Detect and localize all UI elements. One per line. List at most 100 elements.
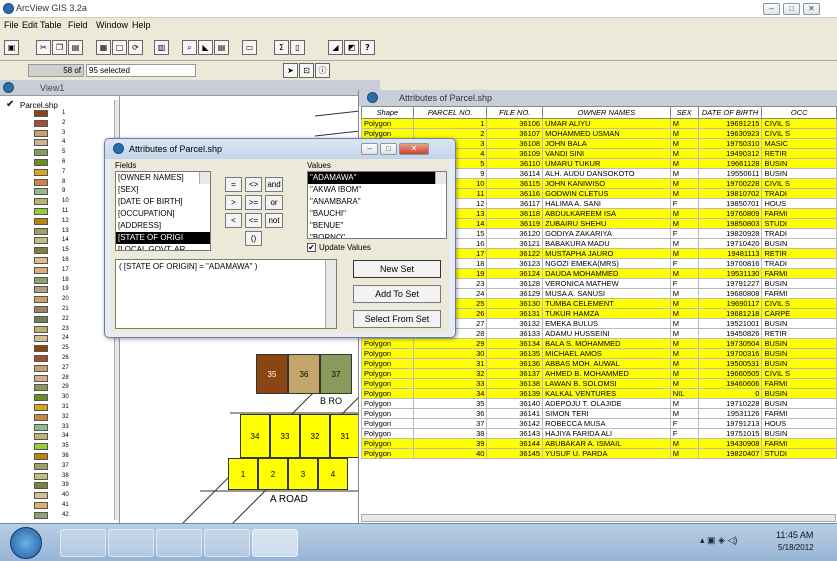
table-row[interactable]: Polygon 30 36135 MICHAEL AMOS M 19700316 BUSIN: [361, 348, 837, 359]
copy-icon[interactable]: ❐: [52, 40, 67, 55]
expression-textarea[interactable]: ( [STATE OF ORIGIN] = "ADAMAWA" ): [115, 259, 337, 329]
table-row[interactable]: Polygon 35 36140 ADEPOJU T. OLAJIDE M 1971022…: [361, 398, 837, 409]
parcel-1[interactable]: 1: [228, 458, 258, 490]
table-row[interactable]: Polygon 39 36144 ABUBAKAR A. ISMAIL M 1943090…: [361, 438, 837, 449]
parcel-37[interactable]: 37: [320, 354, 352, 394]
op-greater-equal-button[interactable]: >=: [245, 195, 262, 210]
table-row[interactable]: Polygon 36 36141 SIMON TERI M 19531126 FARMI: [361, 408, 837, 419]
calculate-icon[interactable]: ▯: [290, 40, 305, 55]
table-row[interactable]: Polygon 33 36138 LAWAN B. SOLOMSI M 19460606 F…: [361, 378, 837, 389]
parcel-3[interactable]: 3: [288, 458, 318, 490]
sort-asc-icon[interactable]: ◢: [328, 40, 343, 55]
column-header[interactable]: PARCEL NO.: [412, 106, 488, 119]
find-icon[interactable]: ⌕: [182, 40, 197, 55]
switch-selection-icon[interactable]: ⟳: [128, 40, 143, 55]
menu-help[interactable]: Help: [132, 20, 151, 30]
parcel-33[interactable]: 33: [270, 414, 300, 458]
table-row[interactable]: Polygon 32 36137 AHMED B. MOHAMMED M 19660505…: [361, 368, 837, 379]
value-list-item[interactable]: "ADAMAWA": [308, 172, 446, 184]
update-values-checkbox[interactable]: ✔: [307, 243, 316, 252]
sort-desc-icon[interactable]: ◩: [344, 40, 359, 55]
expression-scrollbar[interactable]: [325, 260, 336, 328]
query-icon[interactable]: ◣: [198, 40, 213, 55]
ie-taskbar-icon[interactable]: [156, 529, 202, 557]
help-icon[interactable]: ?: [360, 40, 375, 55]
promote-icon[interactable]: ▤: [214, 40, 229, 55]
fields-scrollbar[interactable]: [199, 172, 210, 184]
op-not-button[interactable]: not: [265, 213, 283, 228]
table-row[interactable]: Polygon 34 36139 KALKAL VENTURES NIL 0 BUSIN: [361, 388, 837, 399]
minimize-button[interactable]: –: [763, 3, 780, 15]
parcel-36[interactable]: 36: [288, 354, 320, 394]
layer-visibility-check[interactable]: ✔: [6, 99, 14, 110]
column-header[interactable]: SEX: [669, 106, 699, 119]
maximize-button[interactable]: □: [783, 3, 800, 15]
field-list-item[interactable]: [ADDRESS]: [116, 220, 210, 232]
column-header[interactable]: FILE NO.: [486, 106, 544, 119]
field-list-item[interactable]: [STATE OF ORIGI: [116, 232, 210, 244]
table-row[interactable]: Polygon 38 36143 HAJIYA FARIDA ALI F 19751015…: [361, 428, 837, 439]
pointer-tool-icon[interactable]: ➤: [283, 63, 298, 78]
dialog-maximize-button[interactable]: □: [380, 143, 397, 155]
op-less-button[interactable]: <: [225, 213, 242, 228]
op-or-button[interactable]: or: [265, 195, 283, 210]
table-row[interactable]: Polygon 1 36106 UMAR ALIYU M 19691215 CIVIL S: [361, 118, 837, 129]
edit-tool-icon[interactable]: ⊡: [299, 63, 314, 78]
value-list-item[interactable]: "BENUE": [308, 220, 446, 232]
word-taskbar-icon[interactable]: [204, 529, 250, 557]
op-not-equal-button[interactable]: <>: [245, 177, 262, 192]
select-from-set-button[interactable]: Select From Set: [353, 310, 441, 328]
value-list-item[interactable]: "AKWA IBOM": [308, 184, 446, 196]
fields-listbox[interactable]: [OWNER NAMES] [SEX] [DATE OF BIRTH] [OCCUPA…: [115, 171, 211, 251]
field-icon[interactable]: ▭: [242, 40, 257, 55]
explorer-taskbar-icon[interactable]: [60, 529, 106, 557]
field-list-item[interactable]: [DATE OF BIRTH]: [116, 196, 210, 208]
table-row[interactable]: Polygon 2 36107 MOHAMMED USMAN M 19630923 CIVI…: [361, 128, 837, 139]
values-listbox[interactable]: "ADAMAWA" "AKWA IBOM" "ANAMBARA" "BAUCHI" "B…: [307, 171, 447, 239]
op-and-button[interactable]: and: [265, 177, 283, 192]
field-list-item[interactable]: [OCCUPATION]: [116, 208, 210, 220]
value-list-item[interactable]: "BORNO": [308, 232, 446, 238]
menu-window[interactable]: Window: [96, 20, 128, 30]
save-icon[interactable]: ▣: [4, 40, 19, 55]
parcel-4[interactable]: 4: [318, 458, 348, 490]
menu-table[interactable]: Table: [40, 20, 62, 30]
parcel-35[interactable]: 35: [256, 354, 288, 394]
identify-tool-icon[interactable]: ⓘ: [315, 63, 330, 78]
dialog-minimize-button[interactable]: –: [361, 143, 378, 155]
column-header[interactable]: OWNER NAMES: [542, 106, 671, 119]
new-set-button[interactable]: New Set: [353, 260, 441, 278]
column-header[interactable]: Shape: [361, 106, 414, 119]
arcview-taskbar-icon[interactable]: [252, 529, 298, 557]
start-button[interactable]: [10, 527, 42, 559]
dialog-close-button[interactable]: ✕: [399, 143, 429, 155]
cut-icon[interactable]: ✂: [36, 40, 51, 55]
op-equals-button[interactable]: =: [225, 177, 242, 192]
table-row[interactable]: Polygon 29 36134 BALA S. MOHAMMED M 19730504 B…: [361, 338, 837, 349]
paste-icon[interactable]: ▤: [68, 40, 83, 55]
values-scrollbar[interactable]: [435, 172, 446, 184]
table-row[interactable]: Polygon 37 36142 ROBECCA MUSA F 19791213 HOUS: [361, 418, 837, 429]
parcel-31[interactable]: 31: [330, 414, 360, 458]
column-header[interactable]: OCC: [761, 106, 837, 119]
parcel-32[interactable]: 32: [300, 414, 330, 458]
field-list-item[interactable]: [LOCAL GOVT. AR: [116, 244, 210, 250]
chart-icon[interactable]: ▥: [154, 40, 169, 55]
select-all-icon[interactable]: ▦: [96, 40, 111, 55]
table-row[interactable]: Polygon 40 36145 YUSUF U. PARDA M 19820407 STU…: [361, 448, 837, 459]
menu-edit[interactable]: Edit: [22, 20, 38, 30]
close-button[interactable]: ✕: [803, 3, 820, 15]
op-less-equal-button[interactable]: <=: [245, 213, 262, 228]
parcel-34[interactable]: 34: [240, 414, 270, 458]
select-none-icon[interactable]: □: [112, 40, 127, 55]
value-list-item[interactable]: "ANAMBARA": [308, 196, 446, 208]
menu-file[interactable]: File: [4, 20, 19, 30]
menu-field[interactable]: Field: [68, 20, 88, 30]
field-list-item[interactable]: [SEX]: [116, 184, 210, 196]
summarize-icon[interactable]: Σ: [274, 40, 289, 55]
op-greater-button[interactable]: >: [225, 195, 242, 210]
op-parentheses-button[interactable]: (): [245, 231, 262, 246]
table-horizontal-scrollbar[interactable]: [361, 514, 836, 522]
field-list-item[interactable]: [OWNER NAMES]: [116, 172, 210, 184]
parcel-2[interactable]: 2: [258, 458, 288, 490]
